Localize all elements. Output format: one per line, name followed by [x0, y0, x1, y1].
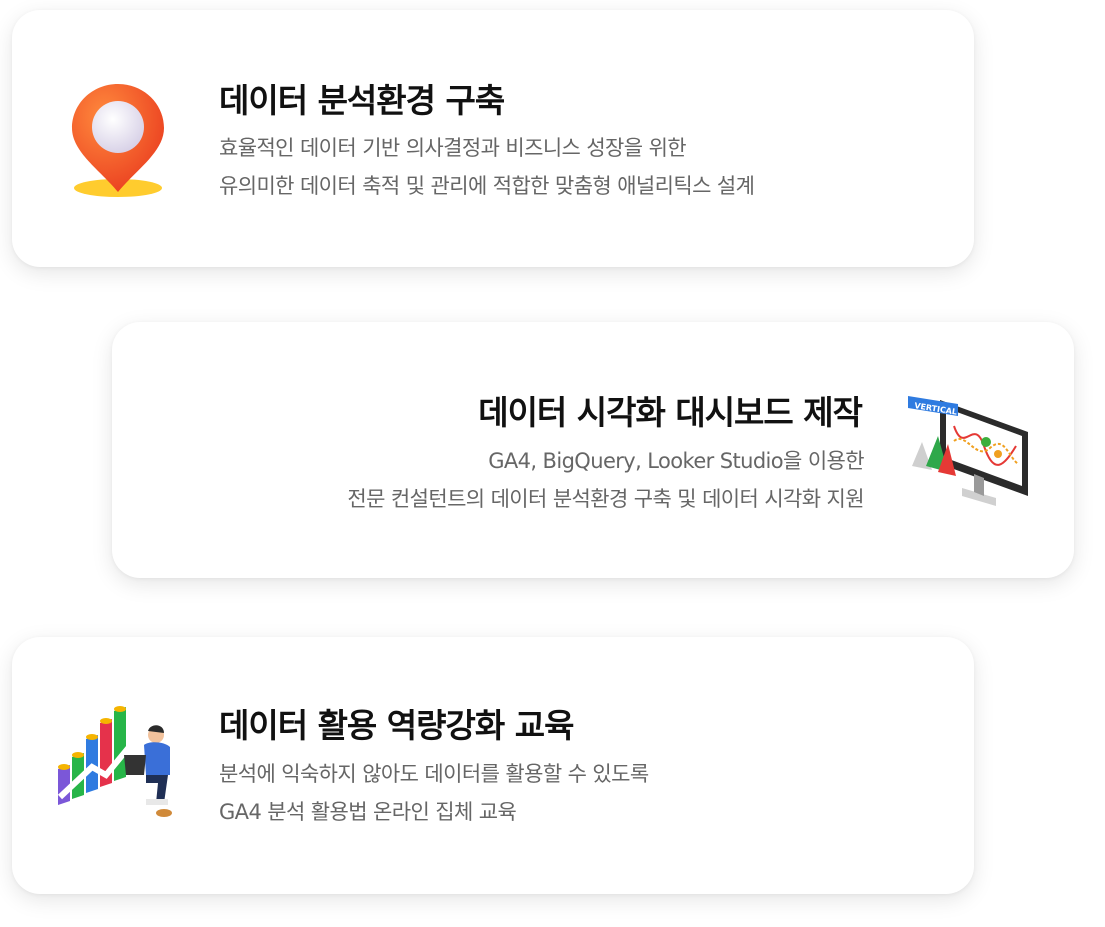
card-description: 분석에 익숙하지 않아도 데이터를 활용할 수 있도록 GA4 분석 활용법 온…: [219, 755, 649, 831]
card-title: 데이터 분석환경 구축: [219, 81, 505, 120]
service-card-education: 데이터 활용 역량강화 교육 분석에 익숙하지 않아도 데이터를 활용할 수 있…: [12, 637, 974, 894]
service-card-analytics-setup: 데이터 분석환경 구축 효율적인 데이터 기반 의사결정과 비즈니스 성장을 위…: [12, 10, 974, 267]
monitor-chart-icon: VERTICAL: [904, 386, 1036, 514]
location-pin-icon: [66, 80, 176, 200]
card-title: 데이터 시각화 대시보드 제작: [478, 393, 863, 432]
analyst-growth-chart-icon: [52, 697, 182, 827]
card-title: 데이터 활용 역량강화 교육: [219, 706, 574, 745]
description-line: 효율적인 데이터 기반 의사결정과 비즈니스 성장을 위한: [219, 136, 687, 160]
description-line: 분석에 익숙하지 않아도 데이터를 활용할 수 있도록: [219, 762, 649, 786]
description-line: 유의미한 데이터 축적 및 관리에 적합한 맞춤형 애널리틱스 설계: [219, 174, 755, 198]
description-line: GA4, BigQuery, Looker Studio을 이용한: [488, 449, 864, 473]
card-description: 효율적인 데이터 기반 의사결정과 비즈니스 성장을 위한 유의미한 데이터 축…: [219, 129, 755, 205]
description-line: 전문 컨설턴트의 데이터 분석환경 구축 및 데이터 시각화 지원: [347, 487, 864, 511]
description-line: GA4 분석 활용법 온라인 집체 교육: [219, 800, 517, 824]
card-description: GA4, BigQuery, Looker Studio을 이용한 전문 컨설턴…: [347, 442, 864, 518]
service-card-dashboard: 데이터 시각화 대시보드 제작 GA4, BigQuery, Looker St…: [112, 322, 1074, 578]
